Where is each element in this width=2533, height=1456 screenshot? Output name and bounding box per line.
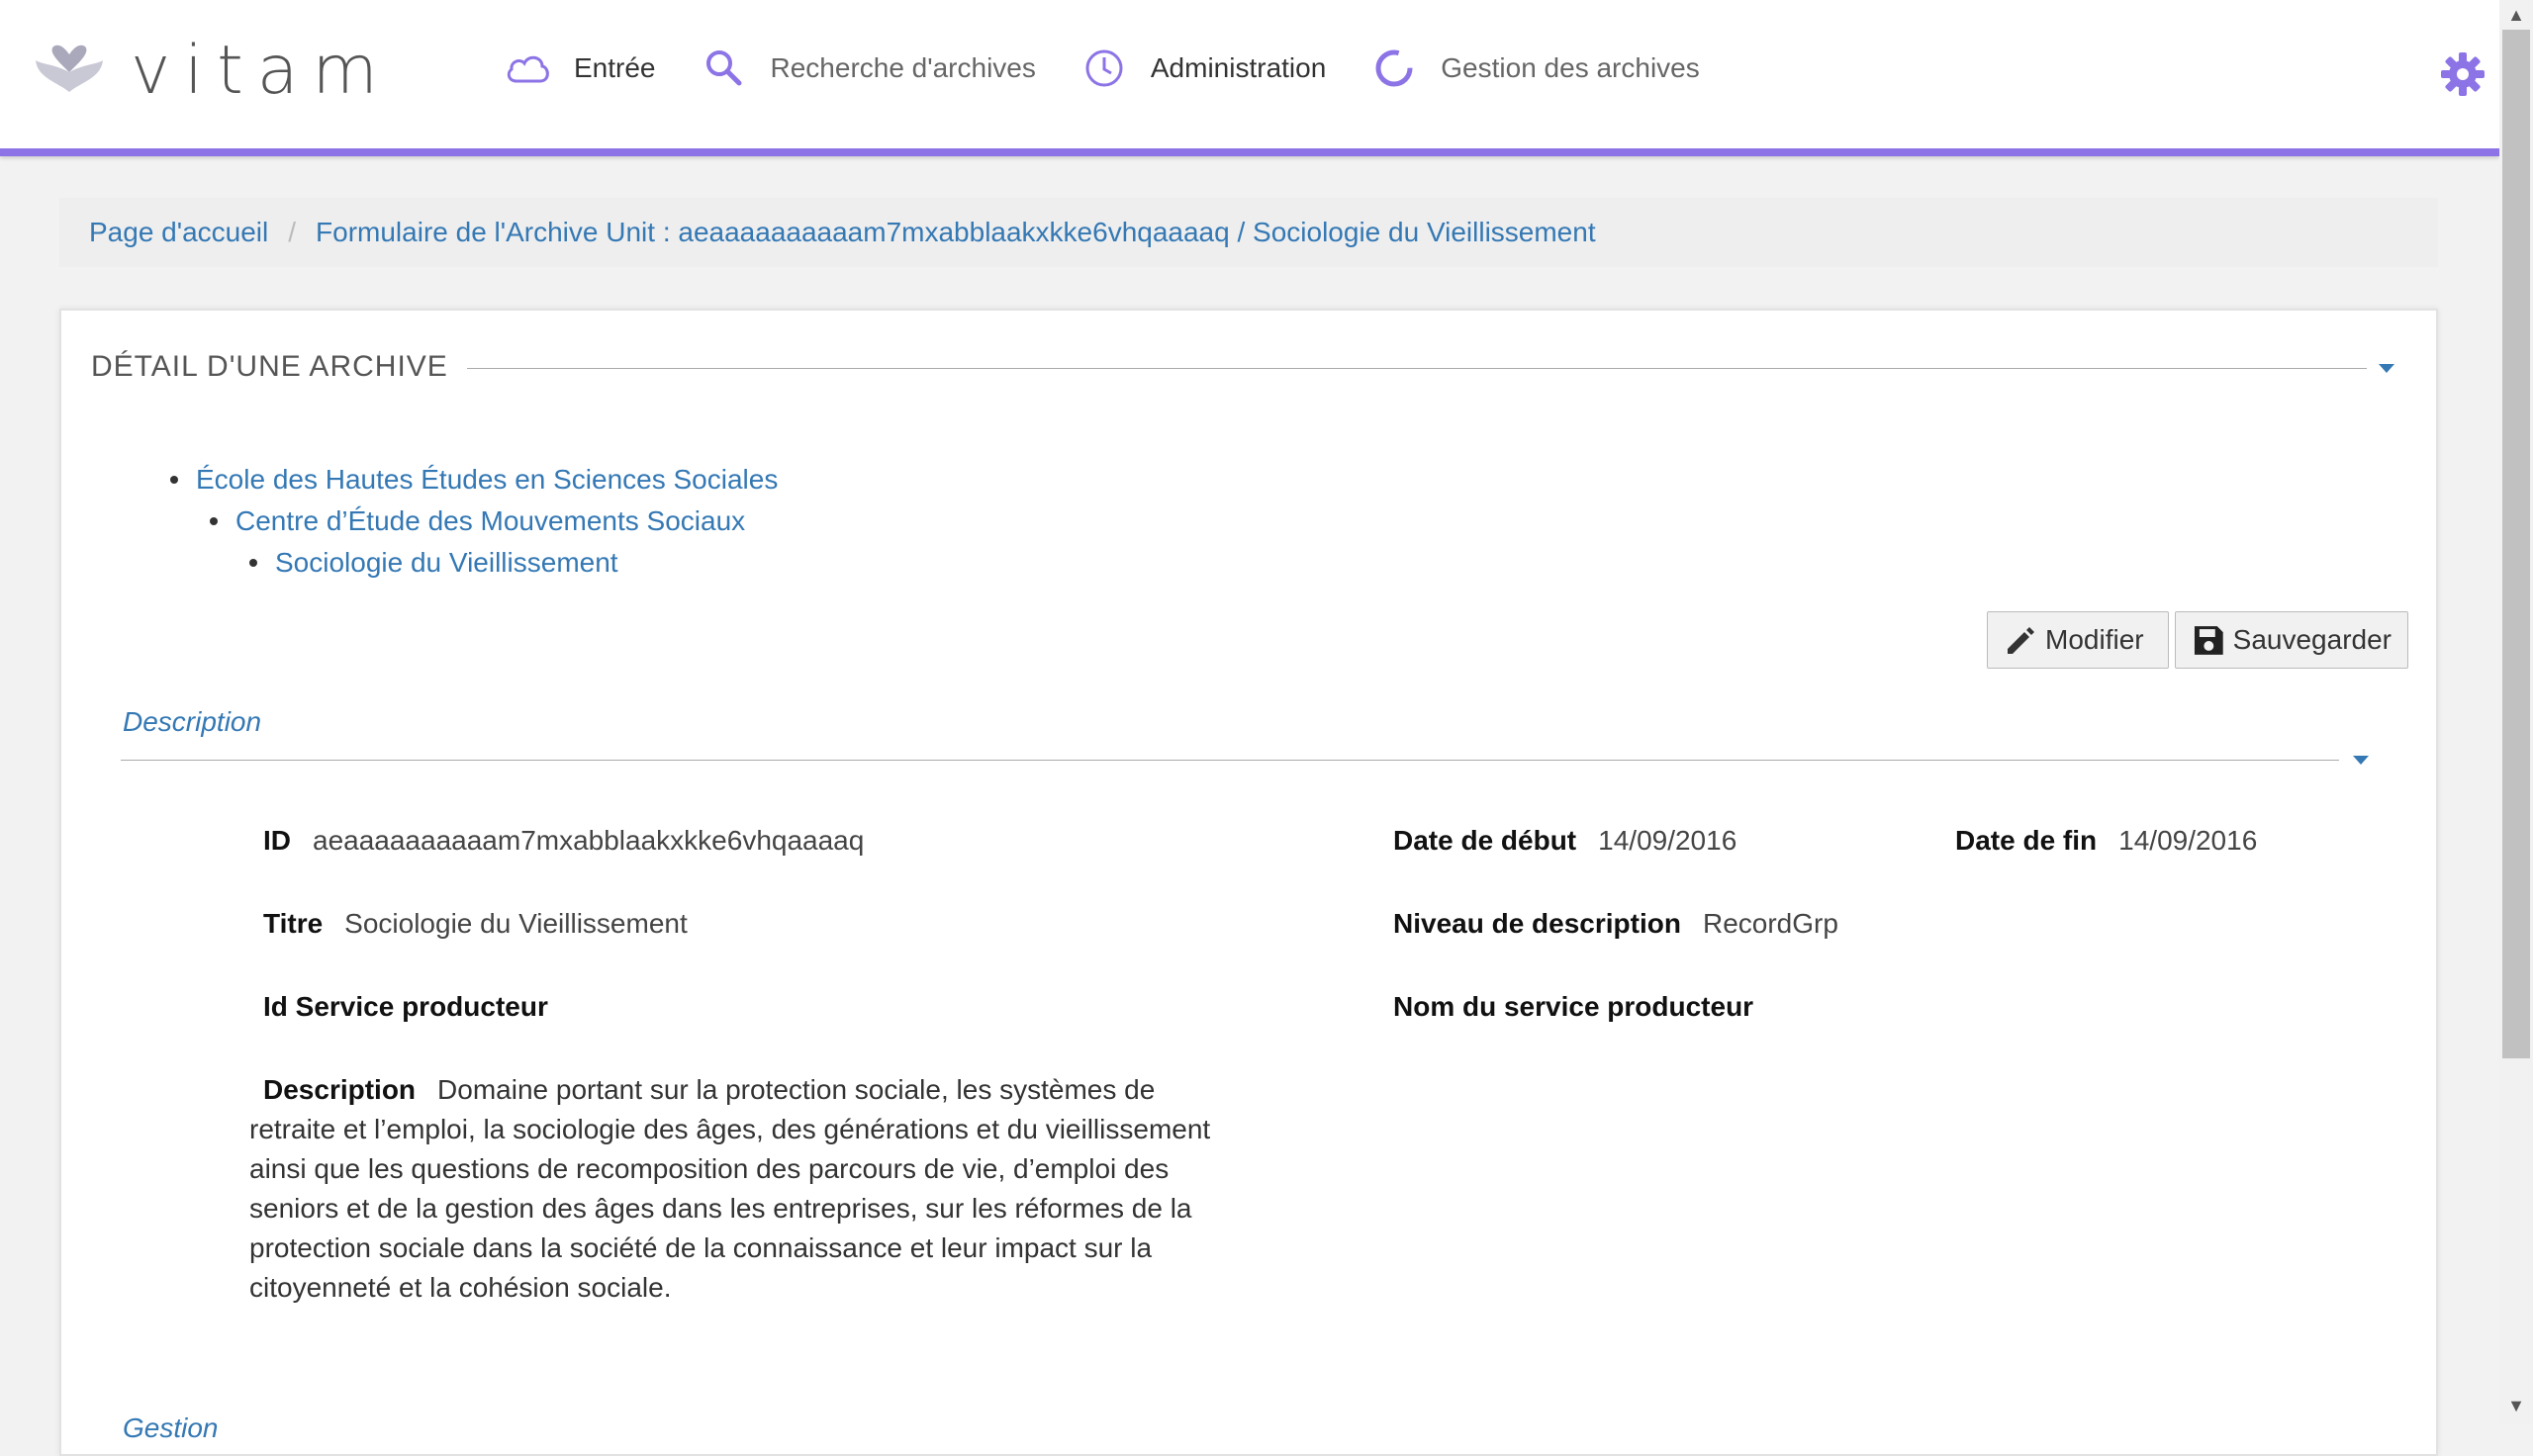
clock-icon — [1085, 49, 1123, 87]
tree-link-cems[interactable]: Centre d’Étude des Mouvements Sociaux — [235, 500, 745, 542]
logo-text: vitam — [131, 31, 392, 110]
field-end-date: Date de fin 14/09/2016 — [1955, 825, 2257, 857]
breadcrumb-home-link[interactable]: Page d'accueil — [89, 217, 268, 248]
gestion-section-title[interactable]: Gestion — [123, 1412, 219, 1444]
pencil-icon — [2008, 627, 2034, 654]
field-label: Description — [263, 1074, 417, 1105]
nav-entree-label: Entrée — [574, 52, 656, 83]
field-label: Date de début — [1393, 825, 1577, 856]
panel-title-divider — [467, 368, 2367, 369]
field-description-level: Niveau de description RecordGrp — [1393, 908, 1838, 940]
tree-link-sociologie[interactable]: Sociologie du Vieillissement — [275, 542, 618, 584]
bullet-icon — [249, 559, 257, 567]
breadcrumb-current-link[interactable]: Formulaire de l'Archive Unit : aeaaaaaaa… — [316, 217, 1596, 248]
nav-gestion[interactable]: Gestion des archives — [1369, 44, 1700, 93]
field-value: 14/09/2016 — [2118, 825, 2258, 856]
collapse-section-caret-icon[interactable] — [2353, 756, 2369, 765]
breadcrumb: Page d'accueil / Formulaire de l'Archive… — [59, 198, 2438, 267]
field-producer-name: Nom du service producteur — [1393, 991, 1775, 1023]
collapse-panel-caret-icon[interactable] — [2379, 364, 2394, 373]
scroll-down-arrow-icon[interactable]: ▼ — [2506, 1391, 2526, 1424]
modify-button-label: Modifier — [2045, 624, 2144, 655]
modify-button[interactable]: Modifier — [1987, 611, 2169, 669]
open-book-heart-icon — [36, 45, 103, 92]
vitam-logo[interactable]: vitam — [34, 26, 392, 115]
field-start-date: Date de début 14/09/2016 — [1393, 825, 1736, 857]
panel-title: DÉTAIL D'UNE ARCHIVE — [91, 350, 448, 383]
cloud-icon — [507, 55, 549, 83]
archive-hierarchy-tree: École des Hautes Études en Sciences Soci… — [170, 459, 778, 584]
gear-icon[interactable] — [2438, 49, 2487, 99]
nav-administration-label: Administration — [1150, 52, 1327, 83]
tree-item: École des Hautes Études en Sciences Soci… — [170, 459, 778, 500]
field-label: Date de fin — [1955, 825, 2098, 856]
save-button-label: Sauvegarder — [2232, 624, 2392, 655]
field-value: aeaaaaaaaaaam7mxabblaakxkke6vhqaaaaq — [313, 825, 865, 856]
nav-administration[interactable]: Administration — [1079, 44, 1326, 93]
field-value: Sociologie du Vieillissement — [344, 908, 688, 939]
breadcrumb-separator: / — [288, 217, 297, 247]
bullet-icon — [210, 517, 218, 525]
search-icon — [705, 50, 741, 86]
field-value: Domaine portant sur la protection social… — [249, 1074, 1211, 1303]
main-nav: Entrée Recherche d'archives Administrati… — [503, 44, 1743, 93]
field-value: RecordGrp — [1702, 908, 1838, 939]
field-label: ID — [263, 825, 291, 856]
nav-gestion-label: Gestion des archives — [1441, 52, 1700, 83]
scrollbar-thumb[interactable] — [2502, 30, 2530, 1058]
field-label: Niveau de description — [1393, 908, 1681, 939]
field-producer-id: Id Service producteur — [263, 991, 570, 1023]
scroll-up-arrow-icon[interactable]: ▲ — [2506, 0, 2526, 34]
field-id: ID aeaaaaaaaaaam7mxabblaakxkke6vhqaaaaq — [263, 825, 864, 857]
field-value: 14/09/2016 — [1598, 825, 1737, 856]
field-title: Titre Sociologie du Vieillissement — [263, 908, 688, 940]
nav-recherche-label: Recherche d'archives — [770, 52, 1036, 83]
tree-item: Centre d’Étude des Mouvements Sociaux — [170, 500, 778, 542]
field-label: Nom du service producteur — [1393, 991, 1754, 1022]
bullet-icon — [170, 476, 178, 484]
field-label: Titre — [263, 908, 324, 939]
tree-link-ehess[interactable]: École des Hautes Études en Sciences Soci… — [196, 459, 778, 500]
description-section-divider — [121, 760, 2339, 761]
nav-entree[interactable]: Entrée — [503, 44, 656, 93]
floppy-disk-icon — [2194, 626, 2223, 655]
field-description: Description Domaine portant sur la protec… — [249, 1070, 1239, 1308]
loading-ring-icon — [1375, 49, 1413, 87]
nav-recherche[interactable]: Recherche d'archives — [700, 44, 1036, 93]
tree-item: Sociologie du Vieillissement — [170, 542, 778, 584]
field-label: Id Service producteur — [263, 991, 548, 1022]
archive-detail-panel: DÉTAIL D'UNE ARCHIVE École des Hautes Ét… — [59, 309, 2438, 1456]
save-button[interactable]: Sauvegarder — [2175, 611, 2408, 669]
description-section-title[interactable]: Description — [123, 706, 261, 738]
top-navigation-bar: vitam Entrée Recherche d'archives Admini… — [0, 0, 2499, 156]
